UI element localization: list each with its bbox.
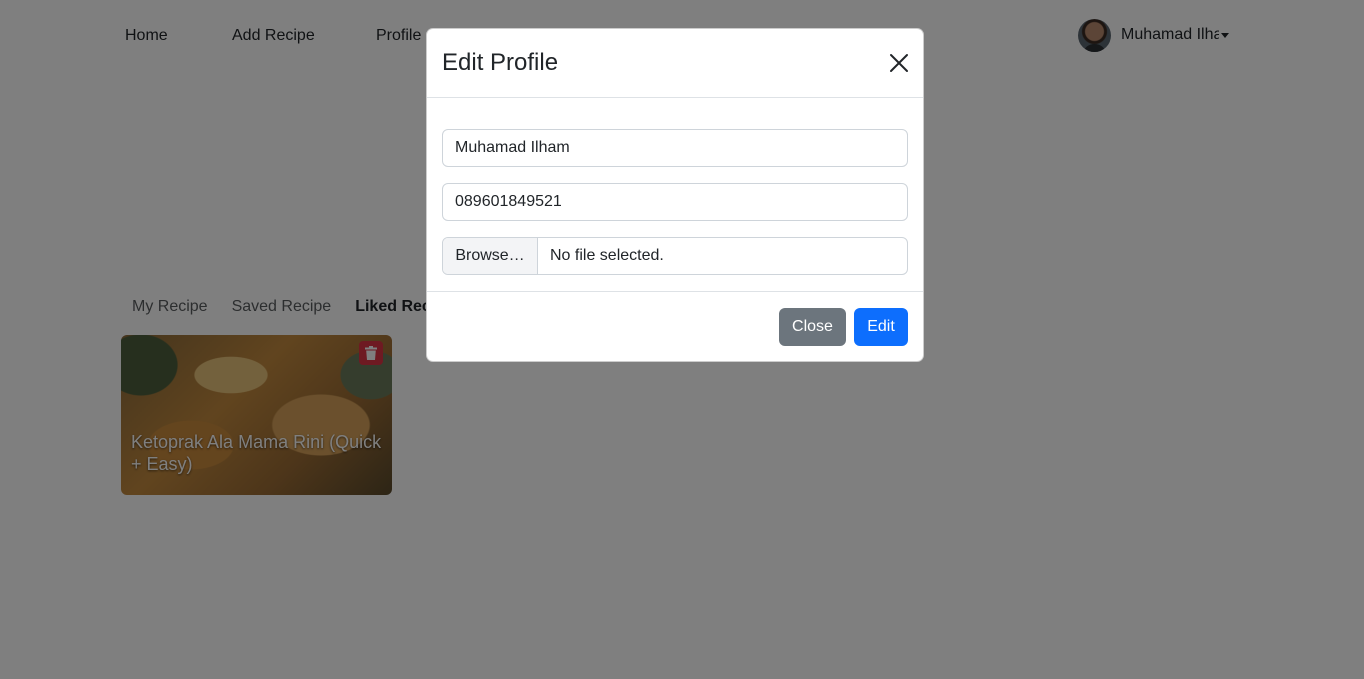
phone-field[interactable]: 089601849521 <box>442 183 908 221</box>
modal-title: Edit Profile <box>442 49 559 76</box>
file-status: No file selected. <box>550 247 664 264</box>
edit-button[interactable]: Edit <box>854 308 908 346</box>
modal-footer: Close Edit <box>427 291 923 362</box>
close-icon[interactable] <box>889 53 909 73</box>
modal-header: Edit Profile <box>427 29 923 98</box>
photo-file-input[interactable]: Browse… No file selected. <box>442 237 908 275</box>
close-button[interactable]: Close <box>779 308 846 346</box>
name-field[interactable]: Muhamad Ilham <box>442 129 908 167</box>
edit-profile-modal: Edit Profile Muhamad Ilham 089601849521 … <box>426 28 924 362</box>
browse-button[interactable]: Browse… <box>443 238 538 274</box>
